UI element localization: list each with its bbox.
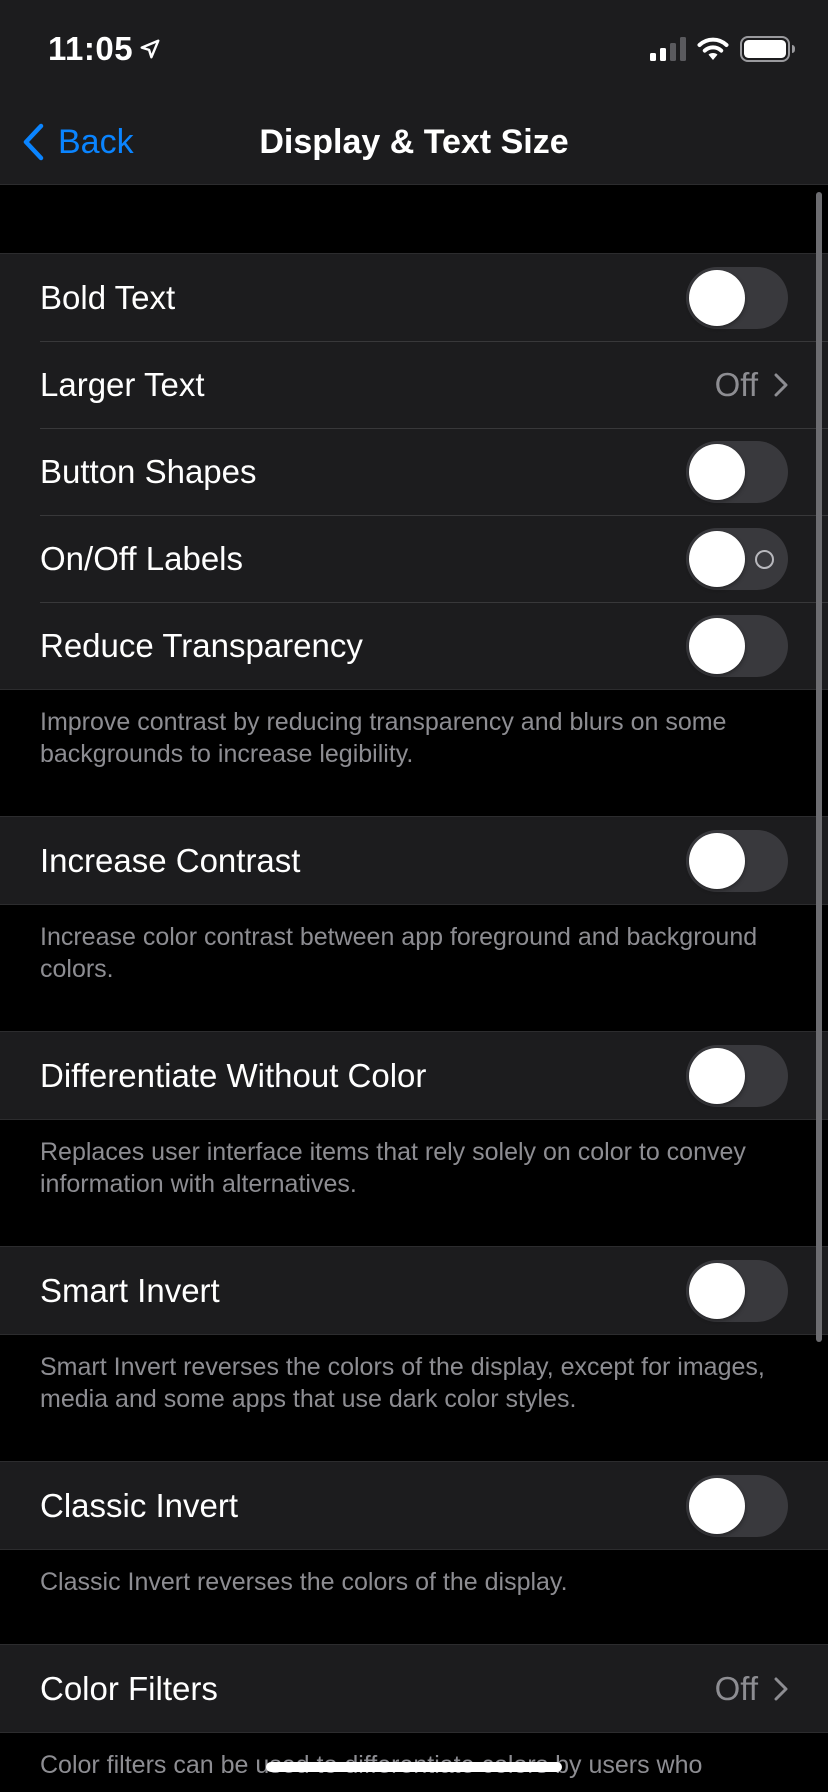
settings-list: Bold Text Larger Text Off Button Shapes … <box>0 185 828 1781</box>
home-indicator[interactable] <box>266 1762 562 1772</box>
smart-invert-footer: Smart Invert reverses the colors of the … <box>40 1353 765 1413</box>
wifi-icon <box>697 37 729 60</box>
differentiate-toggle[interactable] <box>686 1044 788 1107</box>
toggle-knob <box>689 832 745 889</box>
reduce-transparency-label: Reduce Transparency <box>40 626 363 664</box>
classic-invert-label: Classic Invert <box>40 1486 239 1524</box>
toggle-knob <box>689 443 745 500</box>
color-filters-footer: Color filters can be used to differentia… <box>40 1751 703 1779</box>
row-increase-contrast: Increase Contrast <box>0 817 828 904</box>
smart-invert-toggle[interactable] <box>686 1259 788 1322</box>
classic-invert-toggle[interactable] <box>686 1474 788 1537</box>
navigation-bar: Display & Text Size Back <box>0 100 828 185</box>
larger-text-label: Larger Text <box>40 365 205 403</box>
chevron-right-icon <box>774 1677 788 1701</box>
increase-contrast-group: Increase Contrast <box>0 816 828 905</box>
row-onoff-labels: On/Off Labels <box>0 515 828 602</box>
row-larger-text[interactable]: Larger Text Off <box>0 341 828 428</box>
differentiate-label: Differentiate Without Color <box>40 1056 427 1094</box>
differentiate-group: Differentiate Without Color <box>0 1031 828 1120</box>
status-time: 11:05 <box>48 30 161 68</box>
button-shapes-toggle[interactable] <box>686 440 788 503</box>
status-bar: 11:05 <box>0 0 828 100</box>
bold-text-toggle[interactable] <box>686 266 788 329</box>
text-settings-group: Bold Text Larger Text Off Button Shapes … <box>0 253 828 690</box>
button-shapes-label: Button Shapes <box>40 452 257 490</box>
differentiate-footer: Replaces user interface items that rely … <box>40 1138 746 1198</box>
onoff-labels-toggle[interactable] <box>686 527 788 590</box>
larger-text-value: Off <box>714 365 758 403</box>
classic-invert-footer: Classic Invert reverses the colors of th… <box>40 1568 568 1596</box>
chevron-left-icon <box>23 123 44 161</box>
row-smart-invert: Smart Invert <box>0 1247 828 1334</box>
back-button[interactable]: Back <box>22 100 134 184</box>
color-filters-label: Color Filters <box>40 1669 218 1707</box>
row-button-shapes: Button Shapes <box>0 428 828 515</box>
back-button-label: Back <box>58 122 134 161</box>
smart-invert-group: Smart Invert <box>0 1246 828 1335</box>
color-filters-value: Off <box>714 1669 758 1707</box>
reduce-transparency-toggle[interactable] <box>686 614 788 677</box>
toggle-knob <box>689 269 745 326</box>
row-differentiate-without-color: Differentiate Without Color <box>0 1032 828 1119</box>
reduce-transparency-footer: Improve contrast by reducing transparenc… <box>40 708 727 768</box>
row-color-filters[interactable]: Color Filters Off <box>0 1645 828 1732</box>
toggle-knob <box>689 1477 745 1534</box>
classic-invert-group: Classic Invert <box>0 1461 828 1550</box>
onoff-labels-label: On/Off Labels <box>40 539 244 577</box>
increase-contrast-toggle[interactable] <box>686 829 788 892</box>
toggle-knob <box>689 617 745 674</box>
status-time-text: 11:05 <box>48 30 134 67</box>
row-reduce-transparency: Reduce Transparency <box>0 602 828 689</box>
scroll-indicator[interactable] <box>816 192 822 1342</box>
off-ring-icon <box>755 549 774 569</box>
toggle-knob <box>689 530 745 587</box>
chevron-right-icon <box>774 373 788 397</box>
toggle-knob <box>689 1047 745 1104</box>
row-classic-invert: Classic Invert <box>0 1462 828 1549</box>
battery-icon <box>740 36 795 62</box>
location-arrow-icon <box>140 39 160 59</box>
row-bold-text: Bold Text <box>0 254 828 341</box>
cellular-signal-icon <box>650 37 686 61</box>
status-icons <box>650 36 796 62</box>
smart-invert-label: Smart Invert <box>40 1271 220 1309</box>
toggle-knob <box>689 1262 745 1319</box>
color-filters-group: Color Filters Off <box>0 1644 828 1733</box>
increase-contrast-label: Increase Contrast <box>40 841 301 879</box>
increase-contrast-footer: Increase color contrast between app fore… <box>40 923 758 983</box>
bold-text-label: Bold Text <box>40 278 176 316</box>
